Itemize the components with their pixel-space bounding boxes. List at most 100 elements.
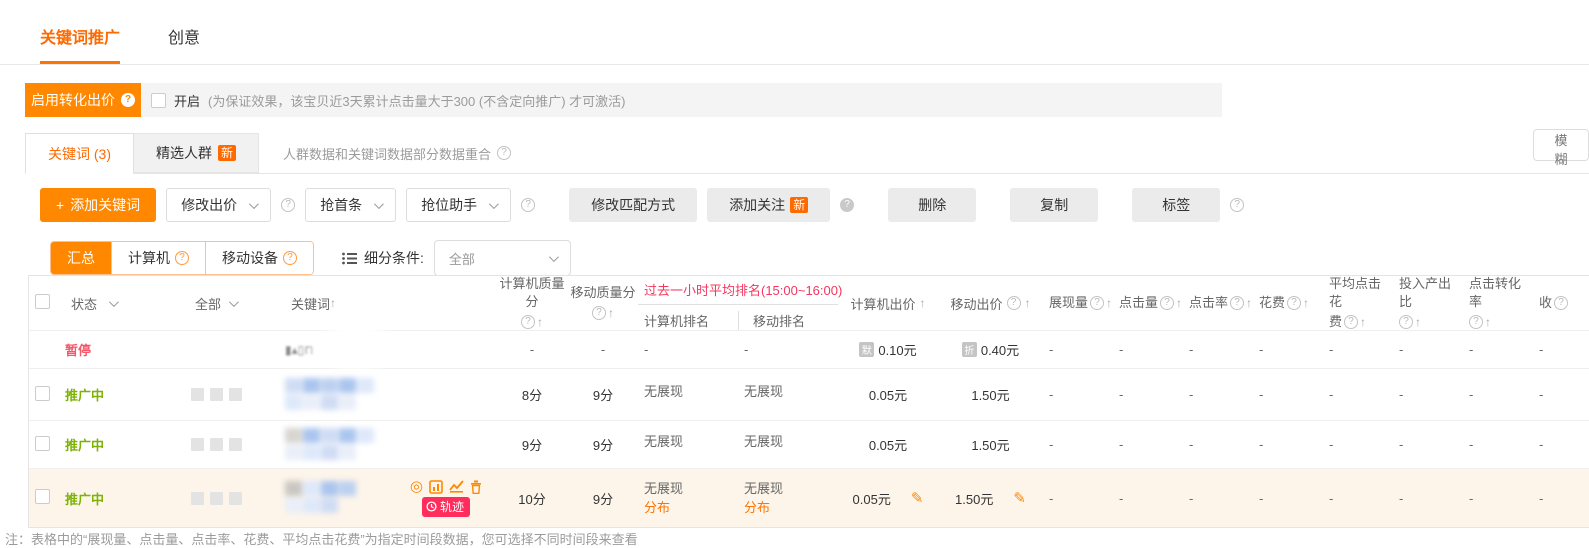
metric-value: - bbox=[1393, 342, 1463, 357]
table-row[interactable]: 推广中 9分 9分 无展现 无展现 0.05元 1.50元 - - - - - … bbox=[29, 421, 1589, 469]
header-mobile-quality[interactable]: 移动质量分 ? ↑ bbox=[568, 284, 638, 322]
header-pc-quality[interactable]: 计算机质量分 ? ↑ bbox=[496, 275, 568, 331]
table-row[interactable]: 暂停 ▮▴▯⊓ - - - - 默 0.10元 折 0.40元 - - - - … bbox=[29, 331, 1589, 369]
help-icon[interactable]: ? bbox=[1007, 296, 1021, 310]
header-ctr[interactable]: 点击率 ? ↑ bbox=[1183, 294, 1253, 312]
device-tab-summary[interactable]: 汇总 bbox=[51, 242, 111, 274]
device-tab-mobile[interactable]: 移动设备 ? bbox=[205, 242, 313, 274]
help-icon[interactable]: ? bbox=[1287, 296, 1301, 310]
grab-top-dropdown[interactable]: 抢首条 bbox=[305, 188, 396, 222]
modify-match-button[interactable]: 修改匹配方式 bbox=[569, 188, 697, 222]
help-icon[interactable]: ? bbox=[1469, 315, 1483, 329]
track-badge[interactable]: 轨迹 bbox=[422, 497, 470, 517]
tag-button[interactable]: 标签 bbox=[1132, 188, 1220, 222]
chevron-down-icon bbox=[549, 252, 559, 262]
grab-top-label: 抢首条 bbox=[320, 195, 362, 215]
fuzzy-button[interactable]: 模糊 bbox=[1533, 129, 1589, 161]
select-all-checkbox[interactable] bbox=[35, 294, 50, 309]
help-icon[interactable]: ? bbox=[1399, 315, 1413, 329]
add-keyword-button[interactable]: + 添加关键词 bbox=[40, 188, 156, 222]
help-icon[interactable]: ? bbox=[1230, 198, 1244, 212]
metric-value: - bbox=[1113, 491, 1183, 506]
mobile-rank-distribution-link[interactable]: 分布 bbox=[744, 498, 838, 517]
header-cvr[interactable]: 点击转化率 ? ↑ bbox=[1463, 275, 1533, 331]
help-icon[interactable]: ? bbox=[1160, 296, 1174, 310]
tab-keyword-promotion[interactable]: 关键词推广 bbox=[40, 24, 120, 64]
help-icon[interactable]: ? bbox=[592, 306, 606, 320]
sort-up-icon: ↑ bbox=[1176, 294, 1182, 312]
trash-icon[interactable] bbox=[470, 480, 482, 494]
edit-pc-bid-icon[interactable]: ✎ bbox=[911, 489, 924, 507]
header-clicks-label: 点击量 bbox=[1119, 294, 1158, 312]
enable-conversion-bid-label: 启用转化出价 bbox=[31, 90, 115, 110]
metric-value: - bbox=[1463, 437, 1533, 452]
row-checkbox[interactable] bbox=[35, 386, 50, 401]
table-row[interactable]: 推广中 8分 9分 无展现 无展现 0.05元 1.50元 - - - - - … bbox=[29, 369, 1589, 421]
header-mobile-bid[interactable]: 移动出价 ? ↑ bbox=[938, 294, 1043, 313]
enable-checkbox-label[interactable]: 开启 bbox=[174, 91, 200, 110]
help-icon[interactable]: ? bbox=[175, 251, 189, 265]
header-group[interactable]: 全部 bbox=[189, 294, 281, 313]
modify-bid-dropdown[interactable]: 修改出价 bbox=[166, 188, 271, 222]
table-row[interactable]: 推广中 ◎ bbox=[29, 469, 1589, 527]
delete-button[interactable]: 删除 bbox=[888, 188, 976, 222]
device-tab-pc-label: 计算机 bbox=[128, 248, 170, 268]
metric-value: - bbox=[1183, 491, 1253, 506]
header-pc-bid[interactable]: 计算机出价 ↑ bbox=[838, 294, 938, 313]
device-tab-pc[interactable]: 计算机 ? bbox=[111, 242, 205, 274]
help-icon[interactable]: ? bbox=[840, 198, 854, 212]
segment-filter-label: 细分条件: bbox=[342, 248, 424, 268]
segment-filter-label-text: 细分条件: bbox=[364, 248, 424, 268]
row-checkbox[interactable] bbox=[35, 436, 50, 451]
add-watch-button[interactable]: 添加关注 新 bbox=[707, 188, 830, 222]
metric-value: - bbox=[1323, 491, 1393, 506]
help-icon[interactable]: ? bbox=[521, 198, 535, 212]
help-icon[interactable]: ? bbox=[281, 198, 295, 212]
help-icon[interactable]: ? bbox=[121, 93, 135, 107]
pc-quality-value: 10分 bbox=[496, 489, 568, 508]
sort-up-icon: ↑ bbox=[1415, 313, 1421, 331]
header-roi[interactable]: 投入产出比 ? ↑ bbox=[1393, 275, 1463, 331]
header-impressions[interactable]: 展现量 ? ↑ bbox=[1043, 294, 1113, 312]
enable-checkbox[interactable] bbox=[151, 93, 166, 108]
header-keyword-label: 关键词 bbox=[291, 294, 330, 313]
copy-button[interactable]: 复制 bbox=[1010, 188, 1098, 222]
trend-chart-icon[interactable] bbox=[449, 480, 464, 493]
help-icon[interactable]: ? bbox=[1344, 315, 1358, 329]
status-badge: 推广中 bbox=[65, 435, 104, 454]
header-status[interactable]: 状态 bbox=[59, 294, 189, 313]
row-checkbox[interactable] bbox=[35, 489, 50, 504]
default-bid-tag: 默 bbox=[859, 342, 874, 357]
table-header-row: 状态 全部 关键词 ↑ 计算机质量分 ? ↑ 移动质量分 ? ↑ 过去一 bbox=[29, 276, 1589, 331]
header-cost-label: 花费 bbox=[1259, 294, 1285, 312]
segment-filter-select[interactable]: 全部 bbox=[434, 240, 571, 276]
mobile-bid-value: 0.40元 bbox=[981, 340, 1019, 359]
help-icon[interactable]: ? bbox=[1554, 296, 1568, 310]
keywords-table: 状态 全部 关键词 ↑ 计算机质量分 ? ↑ 移动质量分 ? ↑ 过去一 bbox=[28, 275, 1589, 528]
metric-value: - bbox=[1183, 437, 1253, 452]
help-icon[interactable]: ? bbox=[497, 146, 511, 160]
box-chart-icon[interactable] bbox=[429, 480, 443, 494]
pc-bid-value: 0.10元 bbox=[878, 340, 916, 359]
pc-rank-distribution-link[interactable]: 分布 bbox=[644, 498, 738, 517]
new-badge: 新 bbox=[790, 197, 808, 213]
mobile-quality-value: 9分 bbox=[568, 435, 638, 454]
help-icon[interactable]: ? bbox=[1090, 296, 1104, 310]
enable-conversion-bid-button[interactable]: 启用转化出价 ? bbox=[25, 83, 141, 117]
header-avg-cpc[interactable]: 平均点击花 费 ? ↑ bbox=[1323, 275, 1393, 331]
rank-assistant-dropdown[interactable]: 抢位助手 bbox=[406, 188, 511, 222]
help-icon[interactable]: ? bbox=[521, 315, 535, 329]
header-keyword[interactable]: 关键词 ↑ bbox=[281, 294, 496, 313]
tab-audience[interactable]: 精选人群 新 bbox=[134, 133, 259, 173]
header-pc-rank[interactable]: 计算机排名 bbox=[638, 311, 738, 330]
tab-keywords[interactable]: 关键词 (3) bbox=[25, 133, 134, 174]
header-clicks[interactable]: 点击量 ? ↑ bbox=[1113, 294, 1183, 312]
edit-mobile-bid-icon[interactable]: ✎ bbox=[1013, 489, 1026, 507]
header-clipped-column[interactable]: 收 ? bbox=[1533, 294, 1589, 312]
tab-creative[interactable]: 创意 bbox=[168, 24, 200, 64]
target-icon[interactable]: ◎ bbox=[410, 479, 423, 494]
header-mobile-rank[interactable]: 移动排名 bbox=[738, 311, 838, 330]
header-cost[interactable]: 花费 ? ↑ bbox=[1253, 294, 1323, 312]
help-icon[interactable]: ? bbox=[1230, 296, 1244, 310]
help-icon[interactable]: ? bbox=[283, 251, 297, 265]
